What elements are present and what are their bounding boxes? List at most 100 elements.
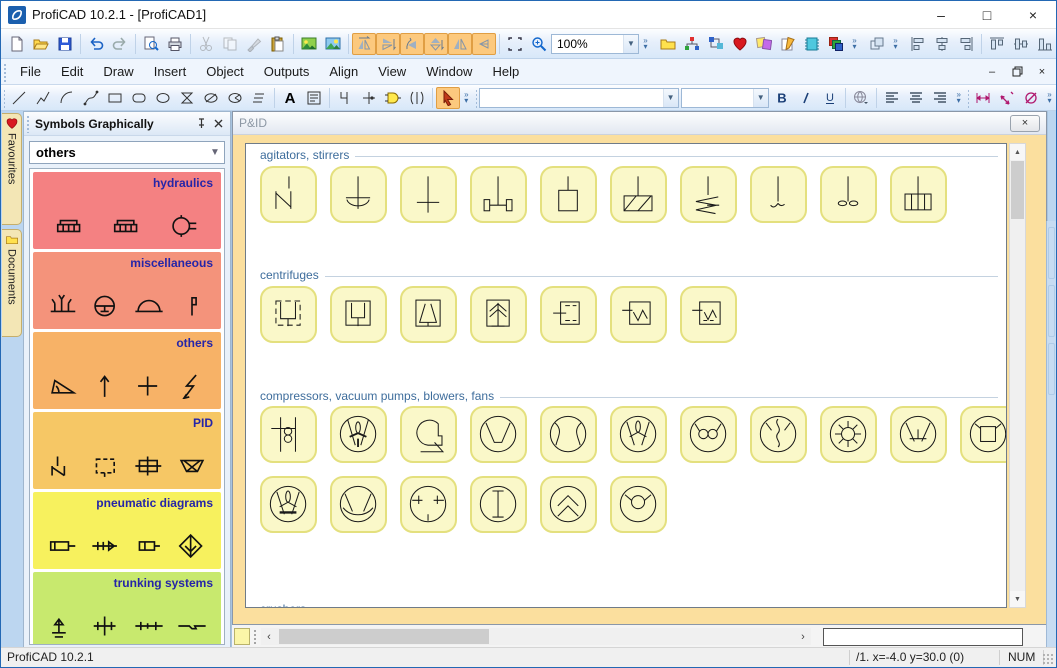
- ot-arrow-symbol-icon[interactable]: [91, 373, 121, 399]
- close-button[interactable]: ×: [1010, 1, 1056, 28]
- gate-button[interactable]: [381, 87, 405, 109]
- insert-image-alt-button[interactable]: [321, 33, 345, 55]
- toolbar-overflow-chevron[interactable]: » ▾: [848, 33, 861, 55]
- mdi-minimize-button[interactable]: –: [984, 65, 1000, 79]
- open-button[interactable]: [29, 33, 53, 55]
- symbol-tile-ag-box-stirrer[interactable]: [540, 166, 597, 223]
- components-button[interactable]: [704, 33, 728, 55]
- hourglass-button[interactable]: [175, 87, 199, 109]
- junction-button[interactable]: [357, 87, 381, 109]
- toolbar-grip[interactable]: [3, 87, 5, 108]
- symbol-tile-ag-paddle-stirrer[interactable]: [400, 166, 457, 223]
- scroll-down-arrow[interactable]: ▼: [1010, 591, 1025, 607]
- paste-button[interactable]: [266, 33, 290, 55]
- text-block-button[interactable]: [302, 87, 326, 109]
- scroll-grip[interactable]: [253, 628, 258, 645]
- symbol-tile-co-double-chevron[interactable]: [540, 476, 597, 533]
- mi-flag-symbol-icon[interactable]: [177, 293, 207, 319]
- dimension-horizontal-button[interactable]: [971, 87, 995, 109]
- symbol-tile-ag-crossed-box-stirrer[interactable]: [610, 166, 667, 223]
- toolbar-overflow-chevron[interactable]: » ▾: [889, 33, 902, 55]
- symbol-tile-co-piston[interactable]: [470, 476, 527, 533]
- favourites-heart-button[interactable]: [728, 33, 752, 55]
- pi-dashed-box-symbol-icon[interactable]: [91, 453, 121, 479]
- flip-vertical-button[interactable]: [376, 32, 400, 55]
- edit-symbol-button[interactable]: [776, 33, 800, 55]
- zoom-level-combo[interactable]: 100% ▼: [551, 33, 639, 54]
- connector-button[interactable]: [405, 87, 429, 109]
- symbol-tile-ag-grid-box-stirrer[interactable]: [890, 166, 947, 223]
- toolbar-grip[interactable]: [474, 87, 477, 108]
- pn-valves-symbol-icon[interactable]: [91, 533, 121, 559]
- menu-draw[interactable]: Draw: [93, 59, 143, 84]
- menu-outputs[interactable]: Outputs: [254, 59, 320, 84]
- maximize-button[interactable]: □: [964, 1, 1010, 28]
- symbol-tile-co-duct-fan[interactable]: [260, 406, 317, 463]
- symbol-tile-co-axial-fan[interactable]: [330, 406, 387, 463]
- side-tab-documents[interactable]: Documents: [2, 229, 22, 337]
- symbol-group-dropdown[interactable]: others ▼: [29, 141, 225, 164]
- menu-insert[interactable]: Insert: [144, 59, 197, 84]
- symbol-tile-co-centrifugal-blower[interactable]: [400, 406, 457, 463]
- mdi-close-button[interactable]: ×: [1034, 65, 1050, 79]
- symbol-tile-ag-zigzag-stirrer[interactable]: [260, 166, 317, 223]
- resize-grip[interactable]: [1042, 653, 1054, 665]
- library-button[interactable]: [800, 33, 824, 55]
- font-size-combo[interactable]: ▼: [680, 87, 769, 108]
- symbol-tile-co-roots-blower[interactable]: [680, 406, 737, 463]
- symbols-panel-header[interactable]: Symbols Graphically: [24, 112, 230, 136]
- menu-help[interactable]: Help: [482, 59, 529, 84]
- tr-step-symbol-icon[interactable]: [177, 613, 207, 639]
- bold-button[interactable]: B: [770, 87, 794, 109]
- zoom-in-button[interactable]: [527, 33, 551, 55]
- symbol-tile-co-rotary-compressor[interactable]: [820, 406, 877, 463]
- symbol-tile-ce-side-feed[interactable]: [540, 286, 597, 343]
- symbols-folder-button[interactable]: [656, 33, 680, 55]
- pn-unit-symbol-icon[interactable]: [134, 533, 164, 559]
- symbol-tile-ag-propeller-stirrer[interactable]: [820, 166, 877, 223]
- save-button[interactable]: [53, 33, 77, 55]
- font-family-combo[interactable]: ▼: [478, 87, 679, 108]
- scroll-left-arrow[interactable]: ‹: [261, 628, 277, 645]
- crossed-ellipse-button[interactable]: [199, 87, 223, 109]
- hy-track-symbol-icon[interactable]: [112, 213, 142, 239]
- menu-align[interactable]: Align: [319, 59, 368, 84]
- horizontal-scrollbar[interactable]: ‹ ›: [261, 628, 811, 645]
- symbol-tile-ag-hook-stirrer[interactable]: [750, 166, 807, 223]
- menu-window[interactable]: Window: [416, 59, 482, 84]
- align-top-button[interactable]: [985, 33, 1009, 55]
- select-arrow-button[interactable]: [435, 86, 460, 109]
- pn-diamond-symbol-icon[interactable]: [177, 533, 207, 559]
- panel-close-button[interactable]: [210, 115, 227, 132]
- ot-bolt-symbol-icon[interactable]: [177, 373, 207, 399]
- symbol-tile-ce-zigzag[interactable]: [610, 286, 667, 343]
- copy-button[interactable]: [218, 33, 242, 55]
- symbol-tile-co-curved-compressor[interactable]: [540, 406, 597, 463]
- symbol-tile-co-square-compressor[interactable]: [960, 406, 1006, 463]
- symbol-tile-ce-zigzag-dashed[interactable]: [680, 286, 737, 343]
- minimize-button[interactable]: –: [918, 1, 964, 28]
- hy-track-symbol-icon[interactable]: [55, 213, 85, 239]
- align-center-button[interactable]: [930, 33, 954, 55]
- pid-title-bar[interactable]: P&ID ×: [233, 112, 1046, 135]
- pn-cylinder-symbol-icon[interactable]: [48, 533, 78, 559]
- arc-button[interactable]: [55, 87, 79, 109]
- symbol-tile-ce-trapezoid[interactable]: [400, 286, 457, 343]
- text-button[interactable]: A: [278, 87, 302, 109]
- align-bottom-button[interactable]: [1033, 33, 1056, 55]
- print-preview-button[interactable]: [139, 33, 163, 55]
- pi-crossed-rect-symbol-icon[interactable]: [134, 453, 164, 479]
- tr-earth-symbol-icon[interactable]: [48, 613, 78, 639]
- insert-image-button[interactable]: [297, 33, 321, 55]
- new-button[interactable]: [5, 33, 29, 55]
- align-left-button[interactable]: [906, 33, 930, 55]
- symbol-tile-ag-helical-stirrer[interactable]: [680, 166, 737, 223]
- mirror-button[interactable]: [448, 32, 472, 55]
- pie-button[interactable]: [223, 87, 247, 109]
- scroll-right-arrow[interactable]: ›: [795, 628, 811, 645]
- mi-sprinkler-symbol-icon[interactable]: [48, 293, 78, 319]
- symbol-tile-ce-dashed-tub[interactable]: [260, 286, 317, 343]
- vertical-scrollbar[interactable]: ▲ ▼: [1009, 143, 1026, 608]
- category-pneumatic-diagrams[interactable]: pneumatic diagrams: [33, 492, 221, 569]
- symbol-tile-co-screw-compressor[interactable]: [750, 406, 807, 463]
